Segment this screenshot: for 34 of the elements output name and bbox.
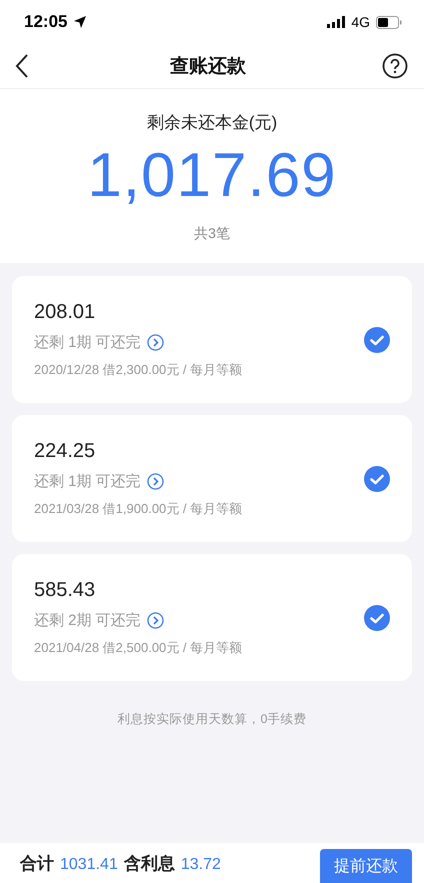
loan-amount: 224.25	[34, 440, 96, 462]
page-title: 查账还款	[170, 55, 246, 79]
fee-note: 利息按实际使用天数算，0手续费	[116, 711, 308, 728]
remaining-periods: 还剩 1期 可还完	[34, 332, 141, 352]
total-label: 合计	[20, 852, 54, 874]
loan-card[interactable]: 224.25 还剩 1期 可还完 2021/03/28 借1,900.00元 / 每月等额	[12, 415, 412, 542]
battery-icon	[376, 16, 402, 28]
loan-amount: 208.01	[34, 300, 96, 324]
loan-detail: 2021/03/28 借1,900.00元 / 每月等额	[34, 500, 242, 518]
chevron-circle-icon[interactable]	[146, 612, 164, 628]
remaining-amount: 1,017.69	[87, 140, 337, 211]
loan-amount: 585.43	[34, 578, 96, 602]
location-arrow-icon	[73, 15, 88, 29]
prepay-button[interactable]: 提前还款	[320, 849, 412, 883]
checked-circle-icon[interactable]	[364, 604, 390, 630]
remaining-periods: 还剩 2期 可还完	[34, 610, 141, 630]
interest-label: 含利息	[124, 852, 175, 874]
loan-card[interactable]: 208.01 还剩 1期 可还完 2020/12/28 借2,300.00元 / 每月等额	[12, 276, 412, 403]
signal-icon	[327, 16, 346, 28]
chevron-circle-icon[interactable]	[146, 334, 164, 350]
checked-circle-icon[interactable]	[364, 466, 390, 492]
help-button[interactable]	[382, 53, 408, 79]
interest-amount: 13.72	[180, 856, 221, 874]
checked-circle-icon[interactable]	[364, 326, 390, 352]
loan-detail: 2020/12/28 借2,300.00元 / 每月等额	[34, 360, 242, 378]
chevron-circle-icon[interactable]	[146, 472, 164, 490]
status-time: 12:05	[24, 12, 68, 32]
loan-detail: 2021/04/28 借2,500.00元 / 每月等额	[34, 638, 242, 656]
total-amount: 1031.41	[60, 856, 118, 874]
remaining-periods: 还剩 1期 可还完	[34, 472, 141, 490]
network-label: 4G	[351, 14, 370, 30]
loan-card[interactable]: 585.43 还剩 2期 可还完 2021/04/28 借2,500.00元 / 每月等额	[12, 554, 412, 681]
loan-count: 共3笔	[194, 225, 230, 243]
summary-label: 剩余未还本金(元)	[146, 112, 278, 134]
